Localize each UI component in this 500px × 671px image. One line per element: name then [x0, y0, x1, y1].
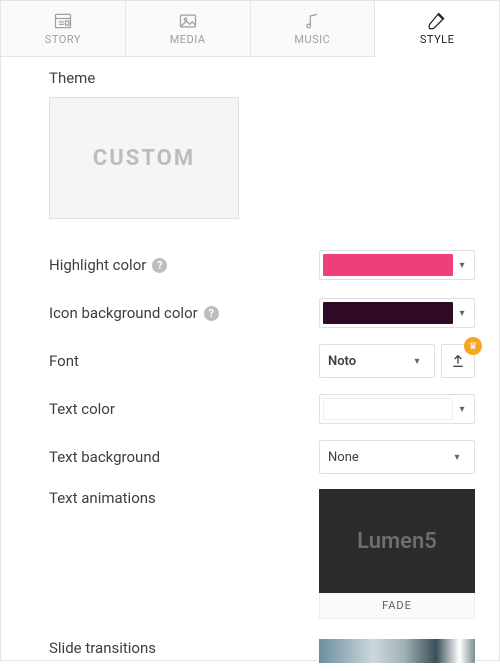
icon-bg-color-swatch [323, 302, 453, 324]
label-font: Font [49, 352, 79, 370]
media-icon [178, 11, 198, 31]
label-icon-bg-color: Icon background color ? [49, 304, 219, 322]
text-animation-name: FADE [319, 593, 475, 619]
help-icon[interactable]: ? [204, 306, 219, 321]
animation-preview-text: Lumen5 [357, 529, 437, 554]
label-text: Icon background color [49, 304, 198, 322]
row-icon-bg-color: Icon background color ? ▾ [49, 289, 475, 337]
font-select[interactable]: Noto ▾ [319, 344, 435, 378]
style-panel: Theme CUSTOM Highlight color ? ▾ Icon ba… [1, 57, 499, 671]
help-icon[interactable]: ? [152, 258, 167, 273]
text-animation-card: Lumen5 FADE [319, 489, 475, 619]
tab-label: MEDIA [170, 33, 206, 46]
chevron-down-icon: ▾ [448, 452, 466, 463]
upload-font-button[interactable]: ♛ [441, 344, 475, 378]
text-background-value: None [328, 450, 359, 465]
row-text-animations: Text animations Lumen5 FADE [49, 481, 475, 623]
music-icon [302, 11, 322, 31]
highlight-color-swatch [323, 254, 453, 276]
theme-card-custom[interactable]: CUSTOM [49, 97, 239, 219]
font-value: Noto [328, 354, 356, 369]
text-color-swatch [323, 398, 453, 420]
chevron-down-icon: ▾ [453, 404, 471, 415]
label-slide-transitions: Slide transitions [49, 639, 156, 657]
highlight-color-picker[interactable]: ▾ [319, 250, 475, 280]
label-text-color: Text color [49, 400, 115, 418]
icon-bg-color-picker[interactable]: ▾ [319, 298, 475, 328]
label-text-animations: Text animations [49, 489, 156, 507]
slide-transition-preview[interactable] [319, 639, 475, 663]
text-animation-preview[interactable]: Lumen5 [319, 489, 475, 593]
row-font: Font Noto ▾ ♛ [49, 337, 475, 385]
label-highlight-color: Highlight color ? [49, 256, 167, 274]
row-slide-transitions: Slide transitions [49, 623, 475, 671]
premium-badge-icon: ♛ [464, 337, 482, 355]
tab-style[interactable]: STYLE [375, 1, 499, 57]
chevron-down-icon: ▾ [453, 308, 471, 319]
text-background-select[interactable]: None ▾ [319, 440, 475, 474]
tab-label: STORY [45, 33, 81, 46]
tab-label: STYLE [420, 33, 454, 46]
text-color-picker[interactable]: ▾ [319, 394, 475, 424]
style-icon [427, 11, 447, 31]
tab-media[interactable]: MEDIA [126, 1, 251, 56]
chevron-down-icon: ▾ [408, 356, 426, 367]
row-text-color: Text color ▾ [49, 385, 475, 433]
story-icon [53, 11, 73, 31]
label-text-background: Text background [49, 448, 160, 466]
theme-card-text: CUSTOM [93, 146, 195, 171]
label-text: Highlight color [49, 256, 146, 274]
row-highlight-color: Highlight color ? ▾ [49, 241, 475, 289]
tab-label: MUSIC [294, 33, 330, 46]
tab-story[interactable]: STORY [1, 1, 126, 56]
tabs: STORY MEDIA MUSIC STYLE [1, 1, 499, 57]
theme-label: Theme [49, 69, 475, 87]
row-text-background: Text background None ▾ [49, 433, 475, 481]
tab-music[interactable]: MUSIC [251, 1, 376, 56]
upload-icon [450, 353, 466, 369]
chevron-down-icon: ▾ [453, 260, 471, 271]
